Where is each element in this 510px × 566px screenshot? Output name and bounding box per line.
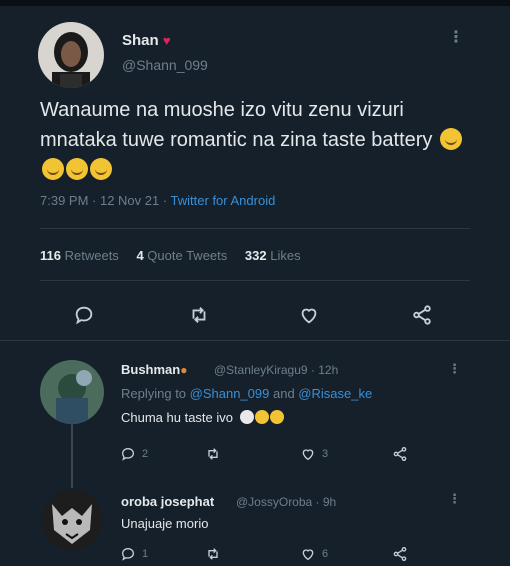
- more-options-icon[interactable]: ⋮: [448, 30, 464, 46]
- reply-text: Chuma hu taste ivo: [121, 410, 284, 425]
- mention-link[interactable]: @Risase_ke: [298, 386, 372, 401]
- share-button[interactable]: [392, 446, 408, 462]
- skull-emoji-icon: [239, 410, 254, 424]
- quote-label[interactable]: Quote Tweets: [147, 248, 227, 263]
- share-icon: [393, 447, 407, 461]
- like-icon: [302, 449, 314, 461]
- share-icon[interactable]: [408, 301, 436, 329]
- mention-link[interactable]: @Shann_099: [190, 386, 270, 401]
- unamused-emoji-icon: [439, 128, 462, 150]
- tweet-source-link[interactable]: Twitter for Android: [171, 193, 276, 208]
- divider: [40, 280, 470, 281]
- tweet-time: 7:39 PM · 12 Nov 21 ·: [40, 193, 171, 208]
- reply-count: 1: [142, 548, 149, 560]
- like-count: 6: [322, 548, 329, 560]
- like-button[interactable]: 3: [300, 446, 328, 462]
- share-button[interactable]: [392, 546, 408, 562]
- emoji-badge-icon: ●: [180, 363, 188, 377]
- reply-avatar[interactable]: [42, 490, 102, 550]
- quote-count[interactable]: 4: [136, 248, 143, 263]
- laughing-emoji-icon: [269, 410, 284, 424]
- thread-line: [71, 420, 73, 488]
- more-options-icon[interactable]: ⋮: [448, 492, 461, 505]
- more-options-icon[interactable]: ⋮: [448, 362, 461, 375]
- reply-author-handle[interactable]: @JossyOroba · 9h: [236, 495, 336, 509]
- replying-to: Replying to @Shann_099 and @Risase_ke: [121, 386, 373, 401]
- heart-badge-icon: ♥: [162, 33, 171, 48]
- divider: [0, 340, 510, 341]
- laughing-emoji-icon: [42, 158, 64, 180]
- retweet-button[interactable]: [205, 446, 221, 462]
- reply-icon: [121, 447, 135, 461]
- reply-avatar[interactable]: [40, 360, 104, 424]
- retweet-button[interactable]: [205, 546, 221, 562]
- reply-icon: [121, 547, 135, 561]
- like-label[interactable]: Likes: [270, 248, 300, 263]
- author-handle[interactable]: @Shann_099: [122, 57, 208, 73]
- reply-icon[interactable]: [70, 301, 98, 329]
- reply-author-name[interactable]: Bushman●: [121, 362, 187, 377]
- tweet-text: Wanaume na muoshe izo vitu zenu vizuri m…: [40, 95, 480, 185]
- laughing-emoji-icon: [66, 158, 88, 180]
- laughing-emoji-icon: [90, 158, 112, 180]
- share-icon: [393, 547, 407, 561]
- reply-author-handle[interactable]: @StanleyKiragu9 · 12h: [214, 363, 338, 377]
- top-bar: [0, 0, 510, 6]
- reply-count: 2: [142, 448, 149, 460]
- reply-button[interactable]: 1: [120, 546, 148, 562]
- retweet-icon: [208, 448, 218, 460]
- reply-author-name[interactable]: oroba josephat: [121, 494, 214, 509]
- retweet-label[interactable]: Retweets: [65, 248, 119, 263]
- laughing-emoji-icon: [254, 410, 269, 424]
- author-name[interactable]: Shan ♥: [122, 32, 171, 49]
- tweet-stats: 116 Retweets 4 Quote Tweets 332 Likes: [40, 248, 301, 263]
- like-count[interactable]: 332: [245, 248, 267, 263]
- retweet-count[interactable]: 116: [40, 248, 61, 263]
- like-icon[interactable]: [295, 301, 323, 329]
- like-count: 3: [322, 448, 329, 460]
- tweet-meta: 7:39 PM · 12 Nov 21 · Twitter for Androi…: [40, 193, 275, 208]
- author-avatar[interactable]: [38, 22, 104, 88]
- reply-button[interactable]: 2: [120, 446, 148, 462]
- like-icon: [302, 549, 314, 561]
- retweet-icon[interactable]: [185, 301, 213, 329]
- retweet-icon: [208, 548, 218, 560]
- like-button[interactable]: 6: [300, 546, 328, 562]
- divider: [40, 228, 470, 229]
- reply-text: Unajuaje morio: [121, 516, 209, 531]
